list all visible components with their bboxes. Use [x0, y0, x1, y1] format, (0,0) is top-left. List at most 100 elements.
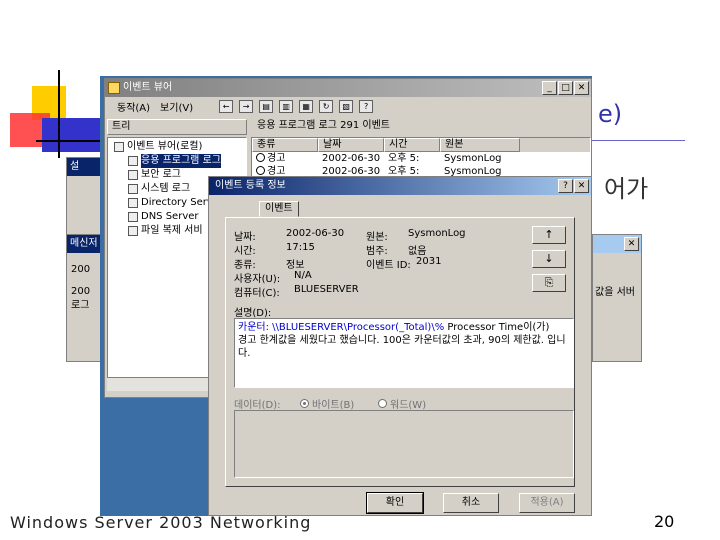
cell-time: 오후 5: [388, 153, 420, 164]
close-icon[interactable]: ✕ [574, 179, 589, 193]
toolbar: ← → ▤ ▥ ▦ ↻ ▧ ? [219, 99, 374, 113]
log-icon [128, 170, 138, 180]
up-folder-icon[interactable]: ▤ [259, 99, 274, 113]
bytes-radio-label: 바이트(B) [312, 400, 355, 411]
date-label: 날짜: [234, 232, 256, 243]
category-label: 범주: [366, 246, 388, 257]
background-window-right: ✕ 값을 서버 [592, 234, 642, 362]
type-value: 정보 [286, 260, 305, 271]
cell-date: 2002-06-30 [322, 153, 381, 164]
column-time[interactable]: 시간 [384, 138, 440, 152]
cell-source: SysmonLog [444, 153, 502, 164]
words-radio-label: 워드(W) [390, 400, 427, 411]
tree-item-root[interactable]: 이벤트 뷰어(로컬) [114, 140, 244, 154]
log-header: 응용 프로그램 로그 291 이벤트 [257, 120, 391, 131]
tree-toggle-icon[interactable]: ▥ [279, 99, 294, 113]
tab-event[interactable]: 이벤트 [259, 201, 299, 217]
event-properties-title: 이벤트 등록 정보 [215, 180, 286, 191]
refresh-icon[interactable]: ↻ [319, 99, 334, 113]
tree-item-label: 이벤트 뷰어(로컬) [127, 141, 203, 152]
pane-headers: 트리 응용 프로그램 로그 291 이벤트 [105, 119, 591, 135]
column-source[interactable]: 원본 [440, 138, 520, 152]
log-icon [128, 198, 138, 208]
close-icon[interactable]: ✕ [624, 237, 639, 251]
log-icon [128, 184, 138, 194]
radio-dot [378, 399, 387, 408]
log-icon [128, 156, 138, 166]
copy-event-button[interactable]: ⎘ [532, 274, 566, 292]
description-textbox[interactable]: 카운터: \\BLUESERVER\Processor(_Total)\% Pr… [234, 318, 574, 388]
event-id-label: 이벤트 ID: [366, 260, 411, 271]
table-row[interactable]: 경고 2002-06-30 오후 5: SysmonLog [252, 152, 590, 165]
description-label: 설명(D): [234, 308, 272, 319]
bytes-radio[interactable]: 바이트(B) [300, 396, 354, 411]
description-line-1: Processor Time이(가) [444, 322, 550, 333]
tree-header: 트리 [107, 119, 247, 135]
computer-value: BLUESERVER [294, 284, 359, 295]
slide-title-fragment: e) [598, 100, 623, 128]
apply-button[interactable]: 적용(A) [519, 493, 575, 513]
previous-event-button[interactable]: ↑ [532, 226, 566, 244]
cell-type: 경고 [252, 152, 318, 165]
description-line-3: 다. [238, 348, 251, 359]
next-event-button[interactable]: ↓ [532, 250, 566, 268]
event-list-header: 종류 날짜 시간 원본 [252, 138, 590, 152]
back-icon[interactable]: ← [219, 99, 234, 113]
tree-item-label: 시스템 로그 [141, 183, 191, 194]
user-value: N/A [294, 270, 312, 281]
tree-item-application-log[interactable]: 응용 프로그램 로그 [114, 154, 244, 168]
minimize-icon[interactable]: _ [542, 81, 557, 95]
close-icon[interactable]: ✕ [574, 81, 589, 95]
data-textbox[interactable] [234, 410, 574, 478]
log-icon [128, 226, 138, 236]
event-viewer-title: 이벤트 뷰어 [123, 82, 173, 93]
slide-bullet-fragment: 어가 [604, 175, 649, 203]
maximize-icon[interactable]: □ [558, 81, 573, 95]
type-label: 종류: [234, 260, 256, 271]
export-icon[interactable]: ▧ [339, 99, 354, 113]
words-radio[interactable]: 워드(W) [378, 396, 426, 411]
column-date[interactable]: 날짜 [318, 138, 384, 152]
time-value: 17:15 [286, 242, 315, 253]
ok-button[interactable]: 확인 [366, 492, 424, 514]
menu-view[interactable]: 보기(V) [160, 99, 193, 114]
warning-icon [256, 166, 265, 175]
computer-label: 컴퓨터(C): [234, 288, 280, 299]
event-id-value: 2031 [416, 256, 442, 267]
tab-panel-event: 날짜: 2002-06-30 시간: 17:15 종류: 정보 사용자(U): … [225, 217, 575, 487]
event-properties-dialog: 이벤트 등록 정보 ? ✕ 이벤트 날짜: 2002-06-30 시간: 17:… [208, 176, 592, 516]
cancel-button[interactable]: 취소 [443, 493, 499, 513]
background-window-right-titlebar: ✕ [593, 235, 641, 253]
description-highlight: 카운터: \\BLUESERVER\Processor(_Total)\% [238, 322, 445, 333]
event-properties-titlebar[interactable]: 이벤트 등록 정보 ? ✕ [209, 177, 591, 195]
help-icon[interactable]: ? [359, 99, 374, 113]
description-line-2: 경고 한계값을 세웠다고 했습니다. 100은 카운터값의 초과, 90의 제한… [238, 335, 566, 346]
cell-type-text: 경고 [267, 153, 286, 164]
tree-item-label: DNS Server [141, 211, 199, 222]
category-value: 없음 [408, 246, 427, 257]
menu-bar: 동작(A) 보기(V) ← → ▤ ▥ ▦ ↻ ▧ ? [105, 97, 591, 115]
decor-blue-square [42, 118, 104, 152]
computer-icon [114, 142, 124, 152]
tree-item-label: 파일 복제 서비 [141, 225, 203, 236]
column-type[interactable]: 종류 [252, 138, 318, 152]
menu-action[interactable]: 동작(A) [117, 99, 150, 114]
source-value: SysmonLog [408, 228, 466, 239]
decor-vertical-line [58, 70, 60, 158]
date-value: 2002-06-30 [286, 228, 345, 239]
data-label: 데이터(D): [234, 400, 281, 411]
warning-icon [256, 153, 265, 162]
tab-strip: 이벤트 [259, 201, 299, 217]
help-icon[interactable]: ? [558, 179, 573, 193]
background-window-right-text: 값을 서버 [595, 287, 635, 298]
event-viewer-titlebar[interactable]: 이벤트 뷰어 _ □ ✕ [105, 79, 591, 97]
user-label: 사용자(U): [234, 274, 281, 285]
slide-footer: Windows Server 2003 Networking [10, 513, 312, 532]
source-label: 원본: [366, 232, 388, 243]
event-viewer-icon [108, 82, 120, 94]
properties-icon[interactable]: ▦ [299, 99, 314, 113]
page-number: 20 [654, 512, 675, 531]
tree-item-label: 보안 로그 [141, 169, 181, 180]
forward-icon[interactable]: → [239, 99, 254, 113]
radio-dot [300, 399, 309, 408]
